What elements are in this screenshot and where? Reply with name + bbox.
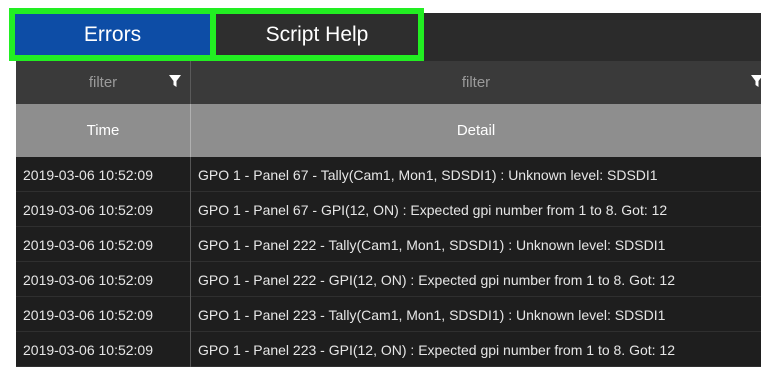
row-divider bbox=[190, 262, 191, 297]
row-detail: GPO 1 - Panel 67 - GPI(12, ON) : Expecte… bbox=[198, 201, 668, 218]
column-header-detail[interactable]: Detail bbox=[191, 104, 761, 157]
table-row[interactable]: 2019-03-06 10:52:09 GPO 1 - Panel 223 - … bbox=[16, 297, 761, 332]
row-time: 2019-03-06 10:52:09 bbox=[23, 306, 153, 323]
table-row[interactable]: 2019-03-06 10:52:09 GPO 1 - Panel 67 - T… bbox=[16, 157, 761, 192]
detail-filter-input[interactable]: filter bbox=[191, 61, 761, 104]
tab-errors-label: Errors bbox=[83, 22, 142, 46]
row-divider bbox=[190, 157, 191, 192]
tab-script-help[interactable]: Script Help bbox=[216, 14, 418, 55]
table-row[interactable]: 2019-03-06 10:52:09 GPO 1 - Panel 222 - … bbox=[16, 227, 761, 262]
table-row[interactable]: 2019-03-06 10:52:09 GPO 1 - Panel 222 - … bbox=[16, 262, 761, 297]
row-detail: GPO 1 - Panel 67 - Tally(Cam1, Mon1, SDS… bbox=[198, 166, 658, 183]
row-detail: GPO 1 - Panel 222 - GPI(12, ON) : Expect… bbox=[198, 271, 675, 288]
row-time: 2019-03-06 10:52:09 bbox=[23, 201, 153, 218]
row-time: 2019-03-06 10:52:09 bbox=[23, 236, 153, 253]
column-header-time[interactable]: Time bbox=[16, 104, 190, 157]
time-filter-placeholder: filter bbox=[88, 74, 118, 91]
row-detail: GPO 1 - Panel 222 - Tally(Cam1, Mon1, SD… bbox=[198, 236, 666, 253]
tab-script-help-label: Script Help bbox=[265, 22, 369, 46]
tab-bar-background bbox=[424, 13, 761, 61]
row-time: 2019-03-06 10:52:09 bbox=[23, 341, 153, 358]
errors-panel: Errors Script Help filter filter Time De… bbox=[0, 0, 761, 379]
detail-filter-funnel-icon[interactable] bbox=[750, 74, 761, 88]
row-detail: GPO 1 - Panel 223 - Tally(Cam1, Mon1, SD… bbox=[198, 306, 666, 323]
row-time: 2019-03-06 10:52:09 bbox=[23, 271, 153, 288]
row-divider bbox=[190, 332, 191, 367]
column-header-detail-label: Detail bbox=[456, 122, 496, 139]
filter-row: filter filter bbox=[16, 61, 761, 104]
row-divider bbox=[190, 297, 191, 332]
column-header-time-label: Time bbox=[86, 122, 120, 139]
row-time: 2019-03-06 10:52:09 bbox=[23, 166, 153, 183]
row-divider bbox=[190, 192, 191, 227]
errors-table: filter filter Time Detail 2019-03-06 10:… bbox=[16, 61, 761, 379]
time-filter-input[interactable]: filter bbox=[16, 61, 190, 104]
table-row[interactable]: 2019-03-06 10:52:09 GPO 1 - Panel 223 - … bbox=[16, 332, 761, 367]
column-header-row: Time Detail bbox=[16, 104, 761, 157]
row-detail: GPO 1 - Panel 223 - GPI(12, ON) : Expect… bbox=[198, 341, 675, 358]
time-filter-funnel-icon[interactable] bbox=[168, 74, 182, 88]
tab-bar: Errors Script Help bbox=[0, 0, 761, 61]
tab-errors[interactable]: Errors bbox=[15, 14, 210, 55]
row-divider bbox=[190, 227, 191, 262]
table-body: 2019-03-06 10:52:09 GPO 1 - Panel 67 - T… bbox=[16, 157, 761, 367]
detail-filter-placeholder: filter bbox=[461, 74, 491, 91]
table-row[interactable]: 2019-03-06 10:52:09 GPO 1 - Panel 67 - G… bbox=[16, 192, 761, 227]
